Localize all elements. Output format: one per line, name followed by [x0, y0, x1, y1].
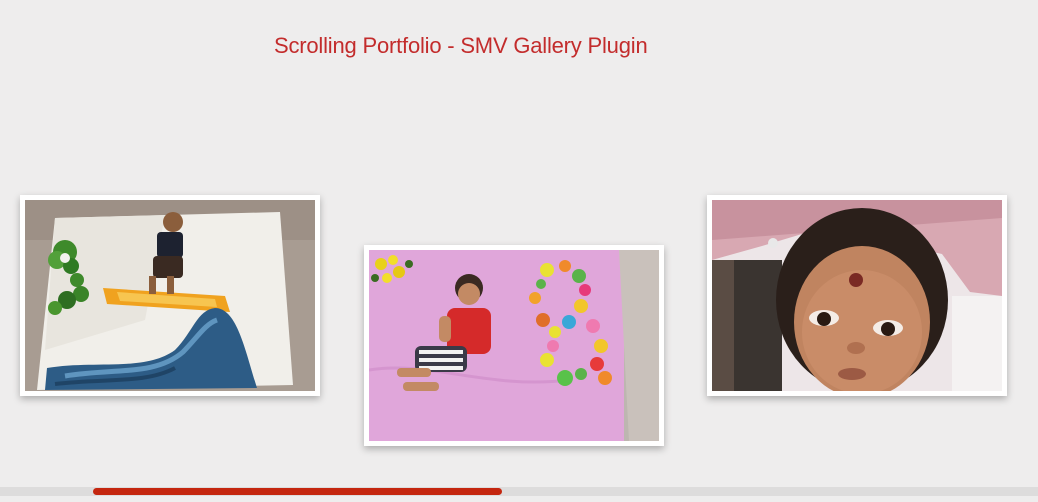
baby-face-closeup-image: [712, 200, 1002, 391]
baby-on-white-sheet-image: [25, 200, 315, 391]
gallery-scrollbar-thumb[interactable]: [93, 488, 502, 495]
portfolio-gallery: [0, 0, 1038, 480]
baby-on-pink-sheet-image: [369, 250, 659, 441]
gallery-item-1[interactable]: [20, 195, 320, 396]
gallery-item-3[interactable]: [707, 195, 1007, 396]
gallery-item-2[interactable]: [364, 245, 664, 446]
